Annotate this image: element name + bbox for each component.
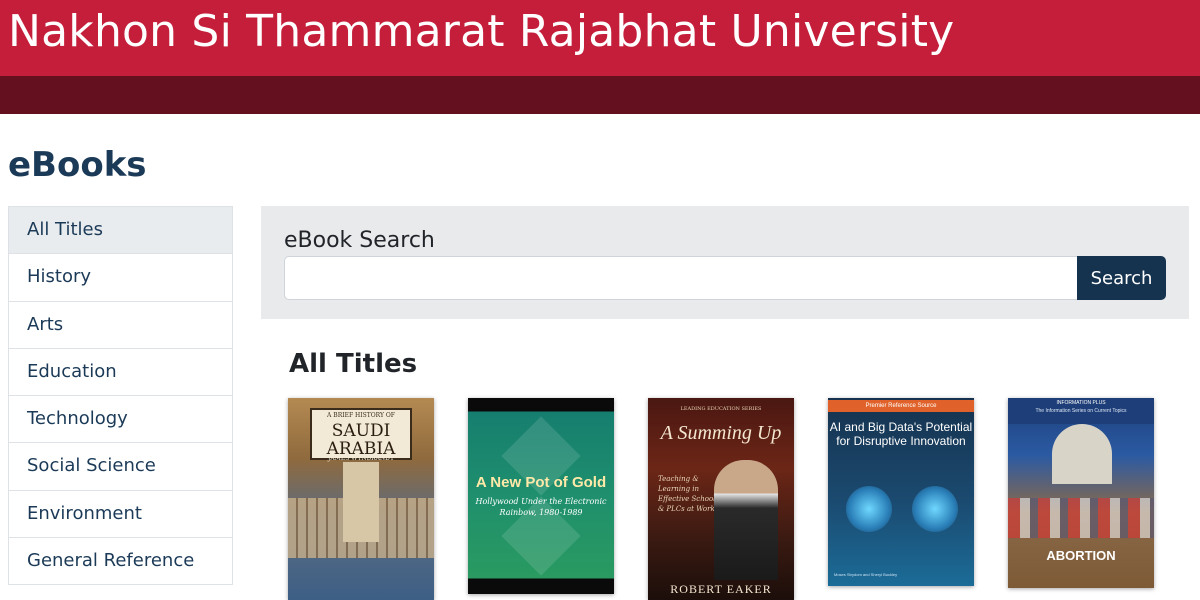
cover-art-brain [912,486,958,532]
book-series-subtitle: The Information Series on Current Topics [1035,408,1127,414]
book-series: A BRIEF HISTORY OF [327,412,395,419]
book-cover-saudi-arabia[interactable]: A BRIEF HISTORY OF SAUDI ARABIA JAMES WY… [288,398,434,600]
book-title: ABORTION [1046,548,1116,563]
search-button[interactable]: Search [1077,256,1166,300]
sidebar-item-history[interactable]: History [9,254,232,302]
book-cover-new-pot-of-gold[interactable]: A New Pot of Gold Hollywood Under the El… [468,398,614,594]
cover-art-crowd [1008,498,1154,538]
book-cover-abortion[interactable]: INFORMATION PLUS The Information Series … [1008,398,1154,588]
book-banner: Premier Reference Source [828,400,974,412]
sidebar-item-technology[interactable]: Technology [9,396,232,444]
section-title: All Titles [289,349,418,379]
header-subbar [0,76,1200,114]
book-subtitle: Hollywood Under the Electronic Rainbow, … [475,497,607,517]
book-series: LEADING EDUCATION SERIES [680,406,762,412]
book-series: INFORMATION PLUS [1056,400,1106,406]
search-panel: eBook Search Search [261,206,1189,319]
site-title[interactable]: Nakhon Si Thammarat Rajabhat University [8,4,954,60]
cover-art-portrait [714,460,778,580]
sidebar-item-arts[interactable]: Arts [9,301,232,349]
sidebar-item-all-titles[interactable]: All Titles [9,207,232,255]
search-label: eBook Search [284,228,435,253]
sidebar-item-social-science[interactable]: Social Science [9,443,232,491]
site-header: Nakhon Si Thammarat Rajabhat University [0,0,1200,76]
book-title: SAUDI ARABIA [326,421,396,459]
sidebar-item-environment[interactable]: Environment [9,490,232,539]
cover-title-plate: A BRIEF HISTORY OF SAUDI ARABIA [310,408,412,460]
sidebar-item-general-reference[interactable]: General Reference [9,538,232,586]
cover-art-capitol-dome [1052,424,1112,484]
book-title: AI and Big Data's Potential for Disrupti… [829,420,973,448]
book-cover-ai-big-data[interactable]: Premier Reference Source AI and Big Data… [828,398,974,586]
book-subtitle: Teaching & Learning in Effective Schools… [658,475,719,513]
sidebar-item-education[interactable]: Education [9,348,232,397]
cover-art-brain [846,486,892,532]
page-title: eBooks [8,145,147,185]
category-sidebar: All Titles History Arts Education Techno… [8,206,233,586]
book-authors: Moses Strydom and Sheryl Buckley [834,572,898,577]
book-author: ROBERT EAKER [670,582,772,596]
book-cover-a-summing-up[interactable]: LEADING EDUCATION SERIES A Summing Up Te… [648,398,794,600]
search-input[interactable] [284,256,1079,300]
book-title: A Summing Up [660,422,782,444]
book-author: JAMES WYNBRANDT [328,455,394,462]
book-title: A New Pot of Gold [475,474,607,491]
cover-art-clock-tower [343,462,379,542]
cover-series-band: INFORMATION PLUS The Information Series … [1008,398,1154,424]
